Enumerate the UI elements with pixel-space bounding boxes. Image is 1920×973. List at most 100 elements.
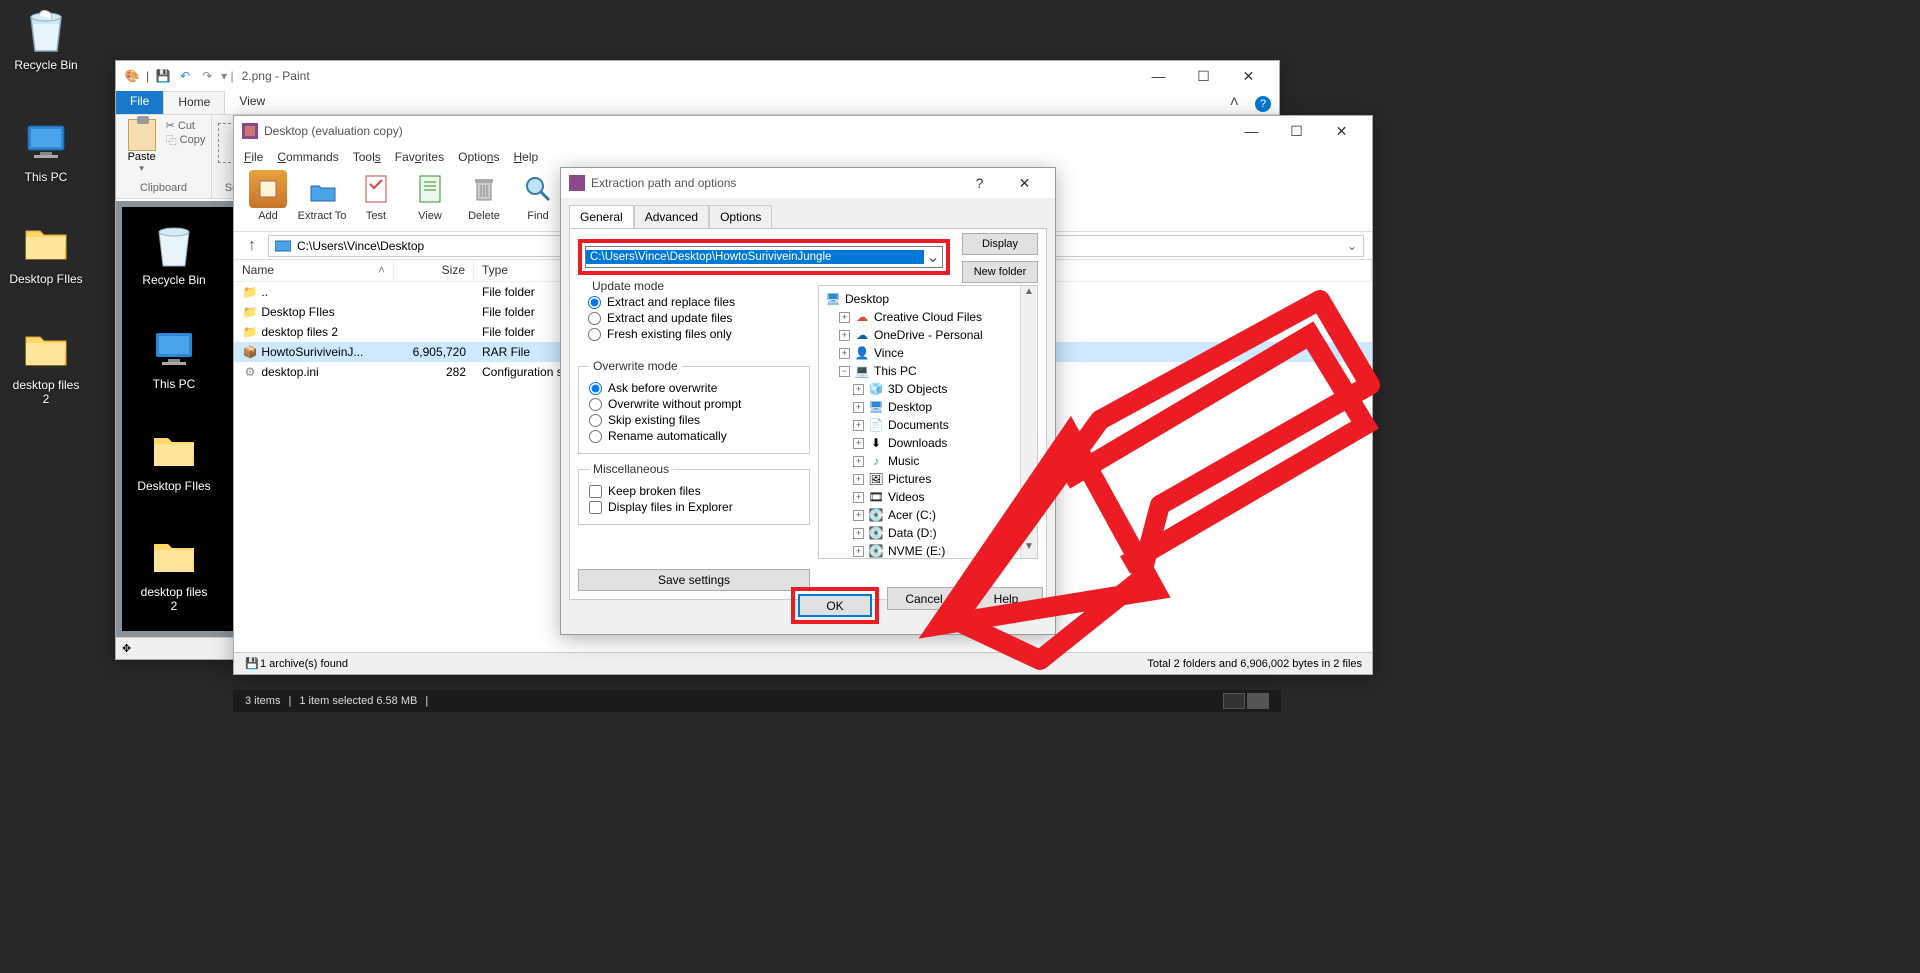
- opt-overwrite-no-prompt[interactable]: Overwrite without prompt: [589, 397, 799, 411]
- tab-advanced[interactable]: Advanced: [634, 205, 709, 229]
- tree-data[interactable]: +💽Data (D:): [853, 524, 1033, 542]
- help-button[interactable]: Help: [969, 587, 1043, 610]
- tool-delete[interactable]: Delete: [458, 170, 510, 229]
- winrar-app-icon: [242, 123, 258, 139]
- cancel-button[interactable]: Cancel: [887, 587, 961, 610]
- menu-options[interactable]: Options: [458, 150, 499, 164]
- desktop-icon-this-pc[interactable]: This PC: [8, 118, 84, 184]
- destination-path-highlight: C:\Users\Vince\Desktop\HowtoSuriviveinJu…: [578, 239, 950, 275]
- tool-extract-to[interactable]: Extract To: [296, 170, 348, 229]
- tree-vince[interactable]: +👤Vince: [839, 344, 1033, 362]
- new-folder-button[interactable]: New folder: [962, 261, 1038, 283]
- chevron-down-icon[interactable]: ⌄: [924, 247, 942, 267]
- tree-thispc[interactable]: −💻This PC: [839, 362, 1033, 380]
- desktop-icon-recycle-bin[interactable]: Recycle Bin: [8, 6, 84, 72]
- close-button[interactable]: ✕: [1002, 169, 1047, 197]
- extract-title: Extraction path and options: [591, 176, 736, 190]
- display-button[interactable]: Display: [962, 233, 1038, 255]
- menu-help[interactable]: Help: [513, 150, 538, 164]
- folder-icon: [22, 220, 70, 268]
- close-button[interactable]: ✕: [1226, 62, 1271, 90]
- tool-view[interactable]: View: [404, 170, 456, 229]
- scissors-icon: ✂: [166, 119, 175, 132]
- tree-vids[interactable]: +🎞Videos: [853, 488, 1033, 506]
- tool-add[interactable]: Add: [242, 170, 294, 229]
- desktop-icon-desktop-files[interactable]: Desktop FIles: [8, 220, 84, 286]
- opt-keep-broken[interactable]: Keep broken files: [589, 484, 799, 498]
- drive-icon: 💾: [244, 656, 260, 672]
- tree-onedrive[interactable]: +☁OneDrive - Personal: [839, 326, 1033, 344]
- menu-favorites[interactable]: Favorites: [395, 150, 444, 164]
- redo-icon[interactable]: ↷: [199, 68, 215, 84]
- tab-view[interactable]: View: [225, 91, 279, 114]
- ok-button[interactable]: OK: [798, 594, 872, 617]
- extract-tabs: General Advanced Options: [561, 198, 1055, 228]
- tree-music[interactable]: +♪Music: [853, 452, 1033, 470]
- desktop-icon-desktop-files-2[interactable]: desktop files 2: [8, 326, 84, 406]
- tab-file[interactable]: File: [116, 91, 163, 114]
- save-icon[interactable]: 💾: [155, 68, 171, 84]
- extract-titlebar[interactable]: Extraction path and options ? ✕: [561, 168, 1055, 198]
- tree-3d[interactable]: +🧊3D Objects: [853, 380, 1033, 398]
- tree-pics[interactable]: +🖼Pictures: [853, 470, 1033, 488]
- opt-ask-overwrite[interactable]: Ask before overwrite: [589, 381, 799, 395]
- tree-acer[interactable]: +💽Acer (C:): [853, 506, 1033, 524]
- menu-file[interactable]: File: [244, 150, 263, 164]
- opt-fresh-only[interactable]: Fresh existing files only: [588, 327, 800, 341]
- opt-rename-auto[interactable]: Rename automatically: [589, 429, 799, 443]
- maximize-button[interactable]: ☐: [1181, 62, 1226, 90]
- col-size[interactable]: Size: [394, 260, 474, 281]
- tree-scrollbar[interactable]: ▲▼: [1020, 286, 1037, 558]
- minimize-button[interactable]: —: [1229, 117, 1274, 145]
- tool-find[interactable]: Find: [512, 170, 564, 229]
- view-details-button[interactable]: [1223, 693, 1245, 709]
- tree-docs[interactable]: +📄Documents: [853, 416, 1033, 434]
- minimize-button[interactable]: —: [1136, 62, 1181, 90]
- cut-button[interactable]: ✂Cut: [166, 119, 206, 132]
- opt-extract-update[interactable]: Extract and update files: [588, 311, 800, 325]
- paint-ribbon-tabs: File Home View ˄ ?: [116, 91, 1279, 115]
- opt-display-explorer[interactable]: Display files in Explorer: [589, 500, 799, 514]
- copy-button[interactable]: ⿻Copy: [166, 132, 206, 148]
- tab-options[interactable]: Options: [709, 205, 772, 229]
- dialog-buttons: OK Cancel Help: [791, 587, 1043, 624]
- tree-down[interactable]: +⬇Downloads: [853, 434, 1033, 452]
- up-button[interactable]: ↑: [242, 237, 262, 255]
- winrar-titlebar[interactable]: Desktop (evaluation copy) — ☐ ✕: [234, 116, 1372, 146]
- save-settings-button[interactable]: Save settings: [578, 569, 810, 591]
- ribbon-collapse-icon[interactable]: ˄: [1222, 91, 1247, 114]
- destination-path-input[interactable]: C:\Users\Vince\Desktop\HowtoSuriviveinJu…: [585, 246, 943, 268]
- tree-ccf[interactable]: +☁Creative Cloud Files: [839, 308, 1033, 326]
- folder-tree[interactable]: ▲▼ 🖥Desktop +☁Creative Cloud Files +☁One…: [818, 285, 1038, 559]
- ok-highlight: OK: [791, 587, 879, 624]
- chevron-down-icon[interactable]: ⌄: [1347, 239, 1357, 253]
- paint-titlebar[interactable]: 🎨 | 💾 ↶ ↷ ▾ | 2.png - Paint — ☐ ✕: [116, 61, 1279, 91]
- explorer-statusbar: 3 items | 1 item selected 6.58 MB |: [233, 690, 1281, 712]
- view-large-button[interactable]: [1247, 693, 1269, 709]
- tool-test[interactable]: Test: [350, 170, 402, 229]
- tree-nvme[interactable]: +💽NVME (E:): [853, 542, 1033, 559]
- tree-desktop[interactable]: 🖥Desktop: [825, 290, 1033, 308]
- update-mode-legend: Update mode: [588, 279, 668, 293]
- col-name[interactable]: Name ˄: [234, 260, 394, 281]
- tree-desk[interactable]: +🖥Desktop: [853, 398, 1033, 416]
- undo-icon[interactable]: ↶: [177, 68, 193, 84]
- menu-commands[interactable]: Commands: [277, 150, 338, 164]
- winrar-statusbar: 💾 1 archive(s) found Total 2 folders and…: [234, 652, 1372, 674]
- pc-icon: [22, 118, 70, 166]
- menu-tools[interactable]: Tools: [353, 150, 381, 164]
- drive-icon: [275, 238, 291, 254]
- canvas-recycle-bin: Recycle Bin: [136, 221, 212, 287]
- winrar-app-icon: [569, 175, 585, 191]
- tab-general[interactable]: General: [569, 205, 634, 229]
- canvas-desktop-files: Desktop FIles: [136, 427, 212, 493]
- close-button[interactable]: ✕: [1319, 117, 1364, 145]
- opt-skip-existing[interactable]: Skip existing files: [589, 413, 799, 427]
- maximize-button[interactable]: ☐: [1274, 117, 1319, 145]
- help-button[interactable]: ?: [957, 169, 1002, 197]
- help-icon[interactable]: ?: [1247, 91, 1279, 114]
- paint-title: 2.png - Paint: [242, 69, 310, 83]
- opt-extract-replace[interactable]: Extract and replace files: [588, 295, 800, 309]
- tab-home[interactable]: Home: [163, 91, 225, 114]
- paste-button[interactable]: Paste▾: [122, 119, 162, 174]
